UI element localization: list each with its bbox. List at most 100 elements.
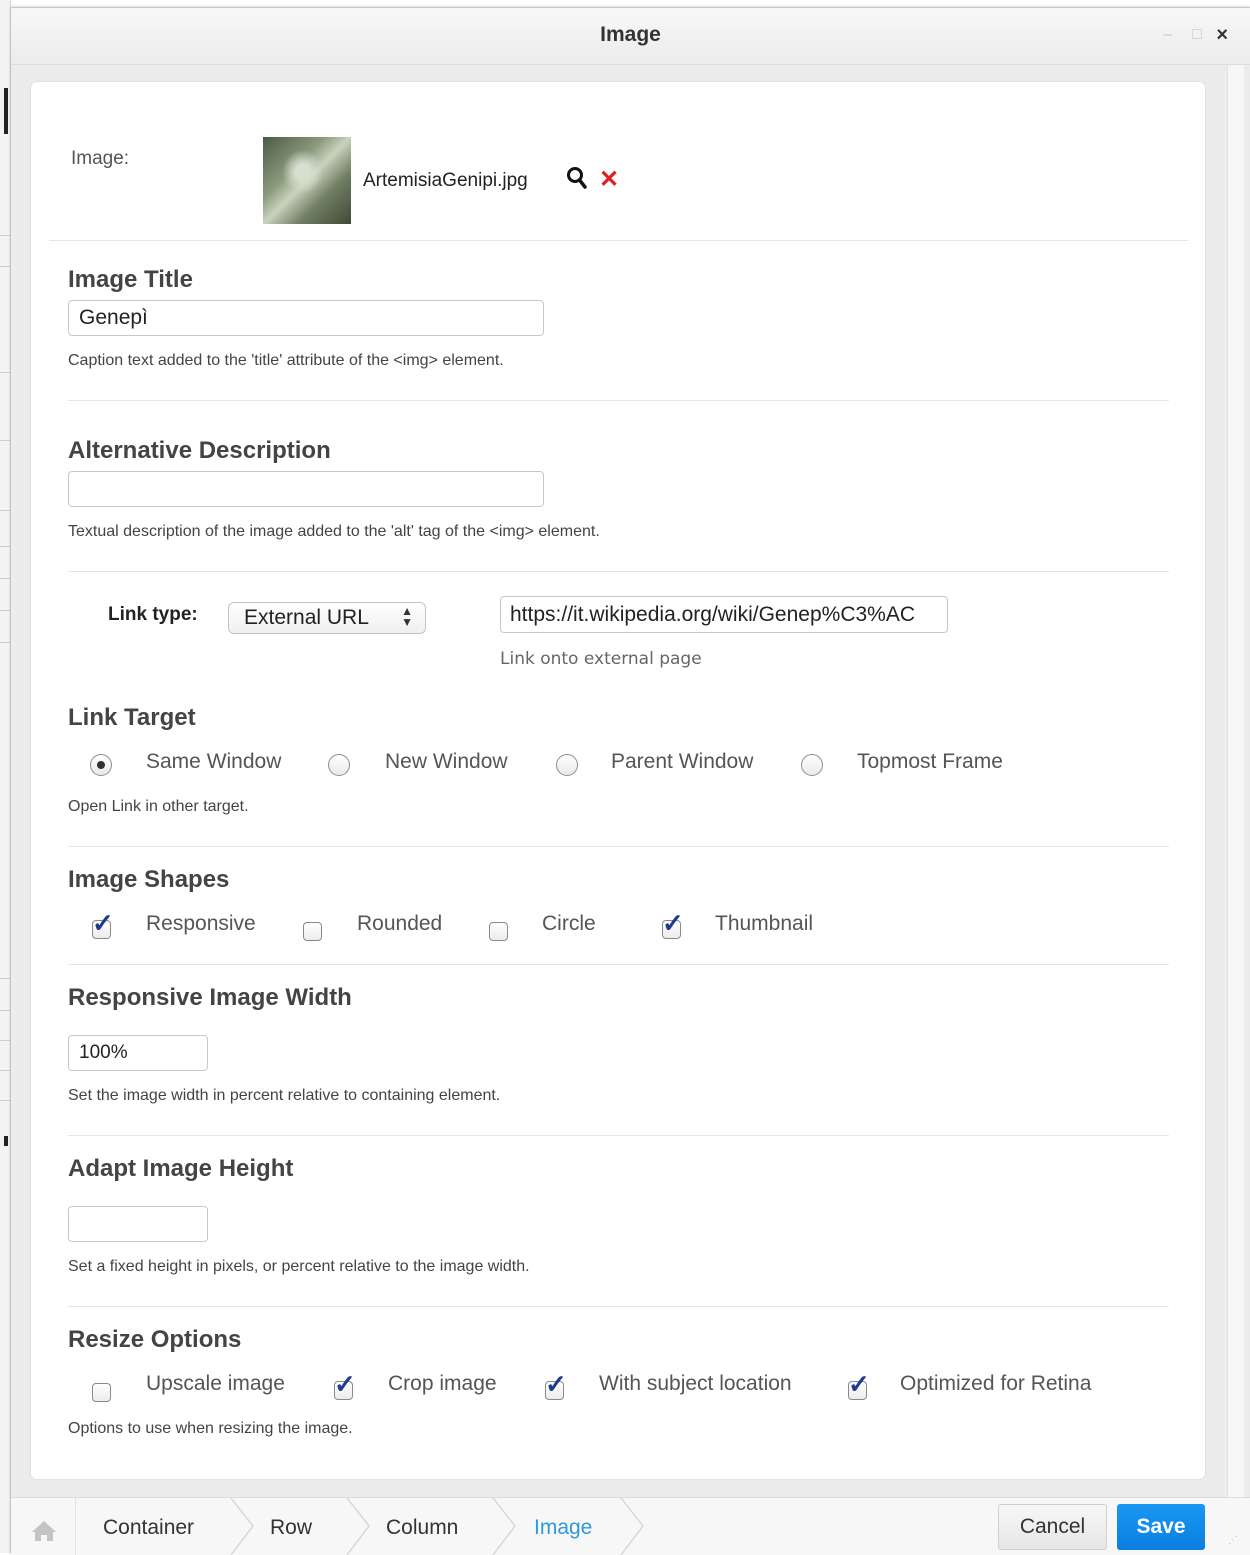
- checkbox-rounded[interactable]: [303, 922, 322, 941]
- dialog-titlebar[interactable]: Image – □ ×: [11, 8, 1250, 65]
- image-title-heading: Image Title: [68, 266, 193, 293]
- checkbox-label-responsive[interactable]: Responsive: [146, 912, 256, 936]
- check-mark-icon: ✓: [92, 908, 114, 938]
- divider: [75, 1498, 76, 1555]
- edge-line: [0, 642, 10, 643]
- divider: [68, 846, 1169, 847]
- remove-icon[interactable]: ✕: [599, 168, 619, 192]
- edge-line: [0, 510, 10, 511]
- check-mark-icon: ✓: [334, 1369, 356, 1399]
- dialog-title: Image: [600, 23, 661, 46]
- breadcrumb-column[interactable]: Column: [386, 1516, 458, 1540]
- external-url-help: Link onto external page: [500, 649, 702, 669]
- edge-line: [0, 1070, 10, 1071]
- home-icon[interactable]: [31, 1520, 57, 1542]
- search-icon[interactable]: [566, 166, 588, 192]
- radio-new-window[interactable]: [328, 754, 350, 776]
- radio-same-window[interactable]: [90, 754, 112, 776]
- maximize-icon[interactable]: □: [1192, 26, 1202, 44]
- checkbox-label-upscale-image[interactable]: Upscale image: [146, 1372, 285, 1396]
- divider: [68, 964, 1169, 965]
- check-mark-icon: ✓: [848, 1369, 870, 1399]
- resize-options-help: Options to use when resizing the image.: [68, 1420, 353, 1437]
- edge-line: [0, 1010, 10, 1011]
- radio-selected-dot: [97, 761, 105, 769]
- breadcrumb-separator-icon: [230, 1498, 254, 1555]
- radio-label-parent-window[interactable]: Parent Window: [611, 750, 753, 774]
- checkbox-responsive[interactable]: ✓: [92, 910, 114, 939]
- minimize-icon[interactable]: –: [1163, 26, 1172, 44]
- adapt-height-help: Set a fixed height in pixels, or percent…: [68, 1258, 530, 1275]
- edge-line: [0, 978, 10, 979]
- radio-topmost-frame[interactable]: [801, 754, 823, 776]
- edge-line: [0, 610, 10, 611]
- link-target-heading: Link Target: [68, 704, 196, 731]
- edge-line: [0, 546, 10, 547]
- radio-parent-window[interactable]: [556, 754, 578, 776]
- dialog-body[interactable]: Image: ArtemisiaGenipi.jpg ✕ Image Title…: [11, 65, 1250, 1497]
- divider: [68, 400, 1169, 401]
- breadcrumb-separator-icon: [346, 1498, 370, 1555]
- cancel-button[interactable]: Cancel: [998, 1504, 1107, 1550]
- checkbox-upscale-image[interactable]: [92, 1383, 111, 1402]
- divider: [68, 571, 1169, 572]
- image-thumbnail[interactable]: [263, 137, 351, 224]
- divider: [68, 1306, 1169, 1307]
- edge-line: [0, 440, 10, 441]
- image-title-input[interactable]: Genepì: [68, 300, 544, 336]
- edge-line: [0, 266, 10, 267]
- breadcrumb-row[interactable]: Row: [270, 1516, 312, 1540]
- checkbox-label-thumbnail[interactable]: Thumbnail: [715, 912, 813, 936]
- image-plugin-dialog: Image – □ × Image: ArtemisiaGenipi.jpg ✕…: [11, 7, 1250, 1555]
- checkbox-optimized-retina[interactable]: ✓: [848, 1371, 870, 1400]
- link-type-label: Link type:: [108, 604, 198, 625]
- form-card: Image: ArtemisiaGenipi.jpg ✕ Image Title…: [31, 82, 1205, 1479]
- checkbox-label-subject-location[interactable]: With subject location: [599, 1372, 792, 1396]
- link-type-select[interactable]: External URL ▲ ▼: [228, 602, 426, 634]
- adapt-height-heading: Adapt Image Height: [68, 1155, 294, 1182]
- checkbox-label-optimized-retina[interactable]: Optimized for Retina: [900, 1372, 1091, 1396]
- edge-line: [0, 1100, 10, 1101]
- responsive-width-help: Set the image width in percent relative …: [68, 1087, 501, 1104]
- radio-label-same-window[interactable]: Same Window: [146, 750, 281, 774]
- check-mark-icon: ✓: [662, 908, 684, 938]
- resize-options-heading: Resize Options: [68, 1326, 242, 1353]
- adapt-height-input[interactable]: [68, 1206, 208, 1242]
- radio-label-topmost-frame[interactable]: Topmost Frame: [857, 750, 1003, 774]
- alt-description-heading: Alternative Description: [68, 437, 331, 464]
- scrollbar[interactable]: [1227, 65, 1244, 1497]
- responsive-width-heading: Responsive Image Width: [68, 984, 352, 1011]
- image-shapes-heading: Image Shapes: [68, 866, 230, 893]
- checkbox-subject-location[interactable]: ✓: [545, 1371, 567, 1400]
- checkbox-crop-image[interactable]: ✓: [334, 1371, 356, 1400]
- image-label: Image:: [71, 148, 130, 169]
- checkbox-label-circle[interactable]: Circle: [542, 912, 596, 936]
- breadcrumb-image-active[interactable]: Image: [534, 1516, 592, 1540]
- alt-description-input[interactable]: [68, 471, 544, 507]
- check-mark-icon: ✓: [545, 1369, 567, 1399]
- edge-line: [0, 578, 10, 579]
- resize-grip-icon[interactable]: ⋰: [1228, 1535, 1242, 1549]
- background-page-edge: [0, 0, 11, 1553]
- breadcrumb-bar: Container Row Column Image Cancel Save ⋰: [11, 1497, 1250, 1555]
- link-target-help: Open Link in other target.: [68, 798, 249, 815]
- responsive-width-input[interactable]: 100%: [68, 1035, 208, 1071]
- checkbox-label-rounded[interactable]: Rounded: [357, 912, 442, 936]
- external-url-input[interactable]: https://it.wikipedia.org/wiki/Genep%C3%A…: [500, 596, 948, 633]
- edge-line: [0, 372, 10, 373]
- checkbox-circle[interactable]: [489, 922, 508, 941]
- close-icon[interactable]: ×: [1216, 24, 1228, 47]
- select-arrows-icon: ▲ ▼: [401, 604, 413, 629]
- edge-line: [0, 1040, 10, 1041]
- save-button[interactable]: Save: [1117, 1504, 1205, 1550]
- breadcrumb-separator-icon: [492, 1498, 516, 1555]
- breadcrumb-container[interactable]: Container: [103, 1516, 194, 1540]
- divider: [49, 240, 1188, 241]
- link-type-value: External URL: [244, 606, 369, 629]
- radio-label-new-window[interactable]: New Window: [385, 750, 508, 774]
- checkbox-label-crop-image[interactable]: Crop image: [388, 1372, 497, 1396]
- checkbox-thumbnail[interactable]: ✓: [662, 910, 684, 939]
- edge-line: [0, 235, 10, 236]
- alt-description-help: Textual description of the image added t…: [68, 523, 600, 540]
- image-filename: ArtemisiaGenipi.jpg: [363, 170, 528, 191]
